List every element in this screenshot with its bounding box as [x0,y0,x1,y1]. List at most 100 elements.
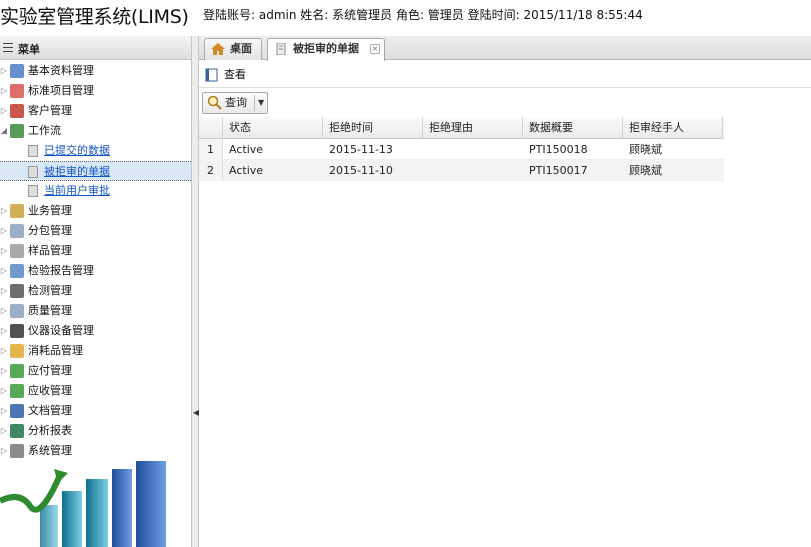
expand-triangle-icon[interactable]: ▷ [0,61,8,81]
expand-triangle-icon[interactable]: ▷ [0,401,8,421]
toolbar-query: 查询 ▼ [199,90,811,116]
sidebar-subitem[interactable]: 已提交的数据 [0,141,191,161]
sidebar-item[interactable]: ▷ 标准项目管理 [0,81,191,101]
column-header-summary[interactable]: 数据概要 [523,117,623,139]
query-button[interactable]: 查询 ▼ [202,92,268,114]
sidebar-item[interactable]: ◢ 工作流 [0,121,191,141]
cell-reject-time: 2015-11-10 [329,164,393,177]
sidebar-item-label: 客户管理 [28,104,72,117]
gear-icon [10,444,24,458]
sidebar-subitem-label[interactable]: 已提交的数据 [44,141,110,161]
toolbar-top: 查看 [199,62,811,88]
chart-decoration-image [0,461,166,547]
expand-triangle-icon[interactable]: ▷ [0,281,8,301]
sidebar-item-label: 基本资料管理 [28,64,94,77]
sidebar-item[interactable]: ▷ 分析报表 [0,421,191,441]
column-header-status[interactable]: 状态 [223,117,323,139]
sidebar-item-label: 应付管理 [28,364,72,377]
sidebar-subitem-label[interactable]: 被拒审的单据 [44,162,110,182]
sidebar-item[interactable]: ▷ 文档管理 [0,401,191,421]
sidebar-item[interactable]: ▷ 检验报告管理 [0,261,191,281]
word-doc-icon [10,404,24,418]
sidebar-splitter[interactable]: ◀ [192,36,199,547]
column-header-reject-time[interactable]: 拒绝时间 [323,117,423,139]
expand-triangle-icon[interactable]: ▷ [0,321,8,341]
clipboard-icon [10,204,24,218]
cell-handler: 顾晓斌 [629,143,662,156]
expand-triangle-icon[interactable]: ▷ [0,81,8,101]
query-label: 查询 [225,96,247,109]
search-icon [207,95,222,110]
sidebar-item[interactable]: ▷ 应付管理 [0,361,191,381]
top-header: 实验室管理系统(LIMS) 登陆账号: admin 姓名: 系统管理员 角色: … [0,0,811,34]
table-row[interactable]: 1 Active 2015-11-13 PTI150018 顾晓斌 [199,139,724,160]
document-icon [28,185,38,197]
column-header-reject-reason[interactable]: 拒绝理由 [423,117,523,139]
page-icon [276,43,286,55]
expand-triangle-icon[interactable]: ▷ [0,341,8,361]
chevron-down-icon[interactable]: ▼ [258,93,264,113]
report-icon [10,264,24,278]
workflow-icon [10,124,24,138]
sidebar-item[interactable]: ▷ 样品管理 [0,241,191,261]
menu-header[interactable]: 菜单 [0,36,191,60]
expand-triangle-icon[interactable]: ▷ [0,221,8,241]
expand-triangle-icon[interactable]: ▷ [0,361,8,381]
column-header-handler[interactable]: 拒审经手人 [623,117,723,139]
sidebar-item[interactable]: ▷ 仪器设备管理 [0,321,191,341]
sidebar-item[interactable]: ▷ 检测管理 [0,281,191,301]
sidebar-item-label: 应收管理 [28,384,72,397]
expand-triangle-icon[interactable]: ▷ [0,201,8,221]
sidebar-subitem[interactable]: 被拒审的单据 [0,161,191,181]
box-icon [10,344,24,358]
sidebar-item-label: 标准项目管理 [28,84,94,97]
expand-triangle-icon[interactable]: ▷ [0,381,8,401]
tab-label: 桌面 [230,42,252,55]
sidebar-subitem[interactable]: 当前用户审批 [0,181,191,201]
money-out-icon [10,364,24,378]
home-icon [211,43,225,55]
sidebar-item[interactable]: ▷ 系统管理 [0,441,191,461]
sidebar-item[interactable]: ▷ 应收管理 [0,381,191,401]
quality-icon [10,304,24,318]
cell-summary: PTI150018 [529,143,588,156]
sidebar-item[interactable]: ▷ 质量管理 [0,301,191,321]
sidebar-item[interactable]: ▷ 业务管理 [0,201,191,221]
expand-triangle-icon[interactable]: ▷ [0,101,8,121]
cell-status: Active [229,143,264,156]
expand-triangle-icon[interactable]: ▷ [0,261,8,281]
sidebar-subitem-label[interactable]: 当前用户审批 [44,181,110,201]
sidebar-item[interactable]: ▷ 基本资料管理 [0,61,191,81]
expand-triangle-icon[interactable]: ▷ [0,301,8,321]
tab-desktop[interactable]: 桌面 [204,38,262,60]
close-icon[interactable]: × [370,44,380,54]
table-row[interactable]: 2 Active 2015-11-10 PTI150017 顾晓斌 [199,160,724,181]
sidebar-item-label: 仪器设备管理 [28,324,94,337]
document-icon [28,145,38,157]
sidebar-item[interactable]: ▷ 客户管理 [0,101,191,121]
main-panel: 桌面 被拒审的单据 × 查看 查询 ▼ 状态 拒绝时间 拒绝理由 数据概要 拒审… [199,36,811,547]
collapse-triangle-icon[interactable]: ◢ [0,121,8,141]
sidebar-item-label: 样品管理 [28,244,72,257]
sidebar-item[interactable]: ▷ 分包管理 [0,221,191,241]
document-icon [28,166,38,178]
view-button[interactable]: 查看 [205,64,257,86]
sidebar: 菜单 ▷ 基本资料管理 ▷ 标准项目管理 ▷ 客户管理 ◢ 工作流 已提交的数据 被拒审的单据 当前… [0,36,192,547]
app-title: 实验室管理系统(LIMS) [0,6,189,28]
tab-rejected-documents[interactable]: 被拒审的单据 × [267,38,385,61]
menu-tree: ▷ 基本资料管理 ▷ 标准项目管理 ▷ 客户管理 ◢ 工作流 已提交的数据 被拒审的单据 当前用户审… [0,61,191,461]
cell-reject-reason [423,139,429,160]
sidebar-item-label: 检测管理 [28,284,72,297]
book-icon [10,64,24,78]
sample-icon [10,244,24,258]
sidebar-item[interactable]: ▷ 消耗品管理 [0,341,191,361]
sidebar-item-label: 系统管理 [28,444,72,457]
money-in-icon [10,384,24,398]
expand-triangle-icon[interactable]: ▷ [0,441,8,461]
expand-triangle-icon[interactable]: ▷ [0,241,8,261]
excel-icon [10,424,24,438]
basket-icon [10,224,24,238]
cell-summary: PTI150017 [529,164,588,177]
expand-triangle-icon[interactable]: ▷ [0,421,8,441]
view-icon [205,68,218,82]
